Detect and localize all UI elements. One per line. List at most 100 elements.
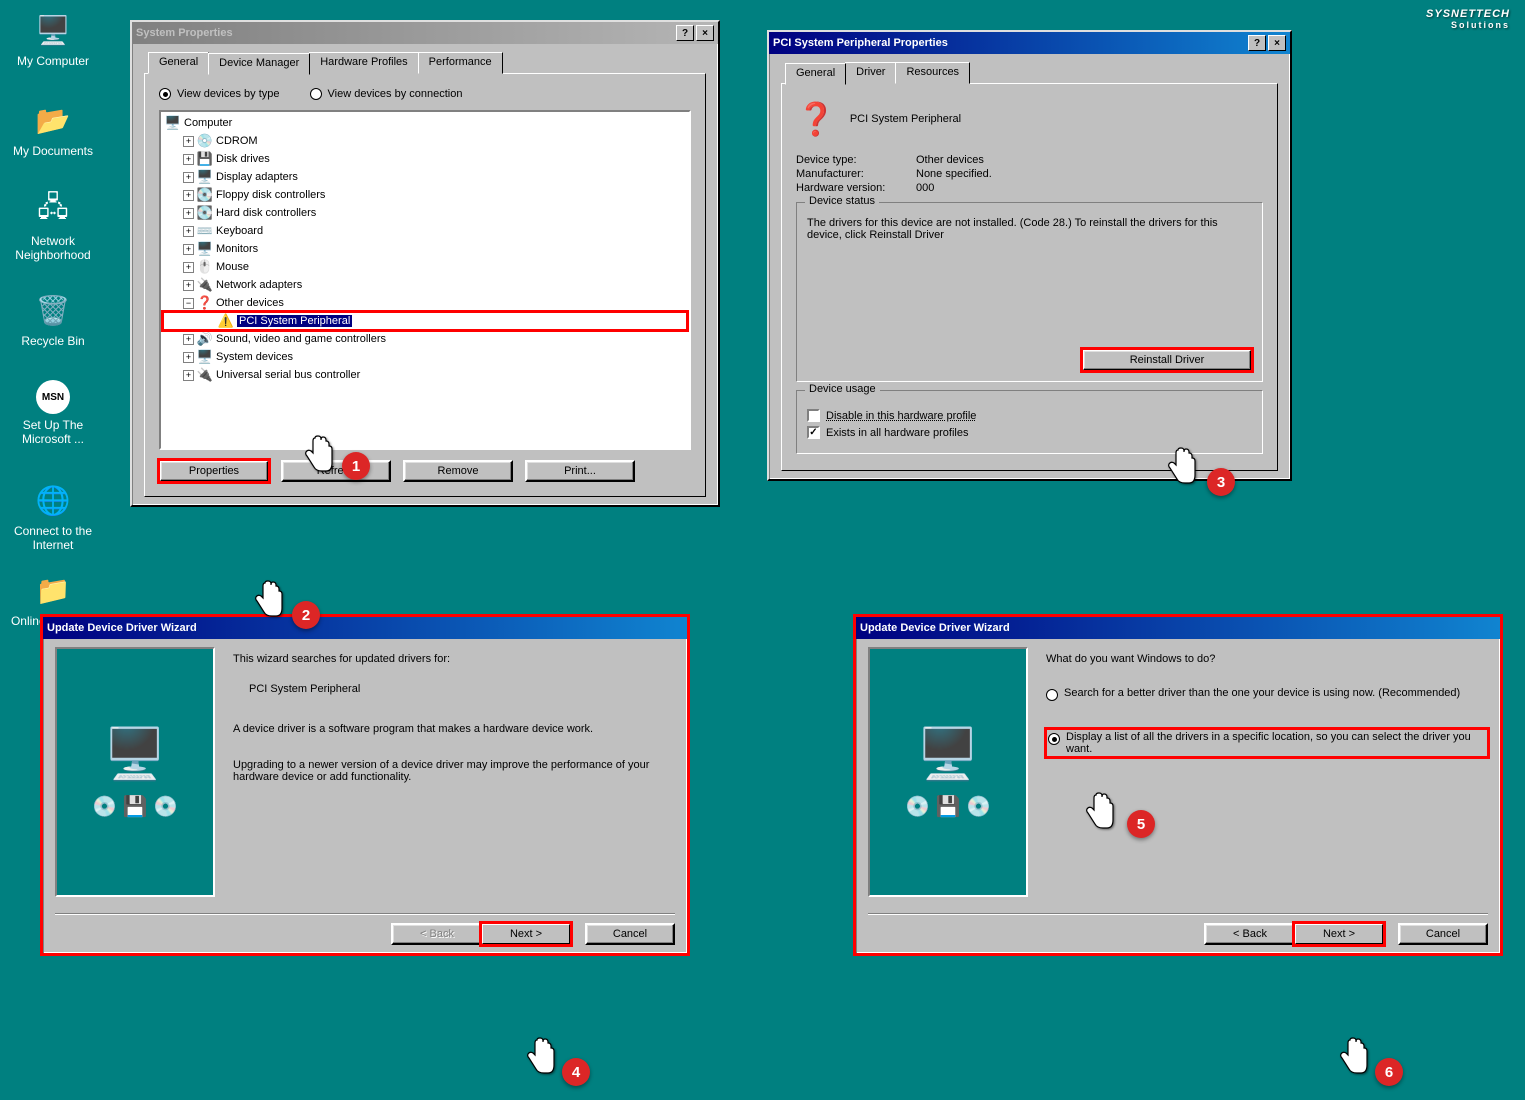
titlebar-wizard2[interactable]: Update Device Driver Wizard (856, 617, 1500, 639)
back-button[interactable]: < Back (1204, 923, 1294, 945)
device-type-key: Device type: (796, 154, 916, 166)
window-system-properties: System Properties ? × General Device Man… (130, 20, 720, 507)
tab-driver[interactable]: Driver (845, 62, 896, 84)
tab-general[interactable]: General (785, 63, 846, 85)
close-button[interactable]: × (1268, 35, 1286, 51)
tree-item-other-devices[interactable]: Other devices (216, 297, 284, 309)
titlebar-device-properties[interactable]: PCI System Peripheral Properties ? × (769, 32, 1290, 54)
expand-icon[interactable]: + (183, 226, 194, 237)
group-legend: Device usage (805, 383, 880, 395)
expand-icon[interactable]: + (183, 280, 194, 291)
device-name-label: PCI System Peripheral (850, 113, 961, 125)
callout-3: 3 (1207, 468, 1235, 496)
tab-performance[interactable]: Performance (418, 52, 503, 74)
help-button[interactable]: ? (1248, 35, 1266, 51)
cursor-hand-icon (524, 1037, 556, 1075)
network-icon: 🖧 (33, 190, 73, 230)
wizard-text: Upgrading to a newer version of a device… (233, 759, 675, 783)
properties-button[interactable]: Properties (159, 460, 269, 482)
print-button[interactable]: Print... (525, 460, 635, 482)
window-title: Update Device Driver Wizard (47, 622, 683, 634)
msn-icon: MSN (36, 380, 70, 414)
hdd-icon: 💽 (197, 205, 213, 221)
tab-panel: ❓ PCI System Peripheral Device type:Othe… (781, 83, 1278, 471)
tree-item[interactable]: CDROM (216, 135, 258, 147)
checkbox-disable-profile[interactable]: Disable in this hardware profile (807, 409, 1252, 422)
expand-icon[interactable]: + (183, 154, 194, 165)
callout-1: 1 (342, 452, 370, 480)
tab-panel: View devices by type View devices by con… (144, 73, 706, 497)
brand-logo: SYSNETTECH Solutions (1426, 8, 1510, 30)
titlebar-system-properties[interactable]: System Properties ? × (132, 22, 718, 44)
tree-item[interactable]: Keyboard (216, 225, 263, 237)
manufacturer-key: Manufacturer: (796, 168, 916, 180)
tree-item[interactable]: System devices (216, 351, 293, 363)
brand-name: SYSNETTECH (1426, 8, 1510, 20)
tree-item[interactable]: Mouse (216, 261, 249, 273)
desktop-icon-connect[interactable]: 🌐Connect to the Internet (8, 480, 98, 552)
expand-icon[interactable]: + (183, 172, 194, 183)
tab-general[interactable]: General (148, 52, 209, 74)
cancel-button[interactable]: Cancel (1398, 923, 1488, 945)
window-title: PCI System Peripheral Properties (773, 37, 1246, 49)
tree-root[interactable]: Computer (184, 117, 232, 129)
sound-icon: 🔊 (197, 331, 213, 347)
close-button[interactable]: × (696, 25, 714, 41)
expand-icon[interactable]: + (183, 244, 194, 255)
expand-icon[interactable]: + (183, 136, 194, 147)
window-wizard-step2: Update Device Driver Wizard 🖥️💿 💾 💿 What… (853, 614, 1503, 956)
wizard-text: A device driver is a software program th… (233, 723, 675, 735)
radio-view-by-type[interactable]: View devices by type (159, 88, 280, 100)
tab-hardware-profiles[interactable]: Hardware Profiles (309, 52, 418, 74)
desktop-icon-my-documents[interactable]: 📂My Documents (8, 100, 98, 158)
wizard-graphic: 🖥️💿 💾 💿 (868, 647, 1028, 897)
collapse-icon[interactable]: − (183, 298, 194, 309)
wizard-graphic: 🖥️💿 💾 💿 (55, 647, 215, 897)
callout-6: 6 (1375, 1058, 1403, 1086)
cursor-hand-icon (1337, 1037, 1369, 1075)
computer-icon: 🖥️ (33, 10, 73, 50)
tab-resources[interactable]: Resources (895, 62, 970, 84)
titlebar-wizard1[interactable]: Update Device Driver Wizard (43, 617, 687, 639)
tree-item[interactable]: Sound, video and game controllers (216, 333, 386, 345)
expand-icon[interactable]: + (183, 334, 194, 345)
desktop-icon-recycle-bin[interactable]: 🗑️Recycle Bin (8, 290, 98, 348)
radio-display-driver-list[interactable]: Display a list of all the drivers in a s… (1046, 729, 1488, 757)
radio-search-better-driver[interactable]: Search for a better driver than the one … (1046, 687, 1488, 701)
checkbox-exists-all-profiles[interactable]: Exists in all hardware profiles (807, 426, 1252, 439)
expand-icon[interactable]: + (183, 370, 194, 381)
tab-device-manager[interactable]: Device Manager (208, 53, 310, 75)
reinstall-driver-button[interactable]: Reinstall Driver (1082, 349, 1252, 371)
next-button[interactable]: Next > (481, 923, 571, 945)
cursor-hand-icon (1083, 792, 1115, 830)
cursor-hand-icon (302, 435, 334, 473)
refresh-button[interactable]: Refresh (281, 460, 391, 482)
tree-item-pci-peripheral[interactable]: PCI System Peripheral (237, 315, 352, 327)
desktop-icon-my-computer[interactable]: 🖥️My Computer (8, 10, 98, 68)
disk-icon: 💾 (197, 151, 213, 167)
radio-view-by-connection[interactable]: View devices by connection (310, 88, 463, 100)
tree-item[interactable]: Floppy disk controllers (216, 189, 325, 201)
cancel-button[interactable]: Cancel (585, 923, 675, 945)
wizard-heading: What do you want Windows to do? (1046, 653, 1488, 665)
tree-item[interactable]: Hard disk controllers (216, 207, 316, 219)
tree-item[interactable]: Disk drives (216, 153, 270, 165)
tree-item[interactable]: Monitors (216, 243, 258, 255)
tree-item[interactable]: Network adapters (216, 279, 302, 291)
tree-item[interactable]: Display adapters (216, 171, 298, 183)
help-button[interactable]: ? (676, 25, 694, 41)
next-button[interactable]: Next > (1294, 923, 1384, 945)
remove-button[interactable]: Remove (403, 460, 513, 482)
status-text: The drivers for this device are not inst… (807, 217, 1252, 241)
group-legend: Device status (805, 195, 879, 207)
floppy-icon: 💽 (197, 187, 213, 203)
cursor-hand-icon (1165, 447, 1197, 485)
device-tree[interactable]: 🖥️Computer +💿CDROM +💾Disk drives +🖥️Disp… (159, 110, 691, 450)
desktop-icon-msn[interactable]: MSNSet Up The Microsoft ... (8, 380, 98, 446)
expand-icon[interactable]: + (183, 262, 194, 273)
desktop-icon-network[interactable]: 🖧Network Neighborhood (8, 190, 98, 262)
expand-icon[interactable]: + (183, 208, 194, 219)
expand-icon[interactable]: + (183, 352, 194, 363)
expand-icon[interactable]: + (183, 190, 194, 201)
tree-item[interactable]: Universal serial bus controller (216, 369, 360, 381)
